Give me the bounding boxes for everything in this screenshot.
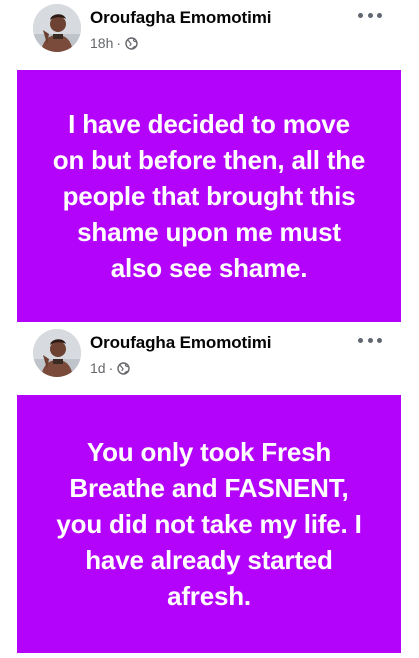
globe-icon[interactable] [117, 361, 130, 375]
status-background[interactable]: You only took Fresh Breathe and FASNENT,… [17, 395, 401, 653]
post-header: Oroufagha Emomotimi 1d · [0, 325, 419, 395]
more-horizontal-icon-dot [358, 337, 363, 343]
status-background[interactable]: I have decided to move on but before the… [17, 70, 401, 322]
meta-separator: · [116, 35, 122, 51]
author-name[interactable]: Oroufagha Emomotimi [90, 8, 271, 28]
meta-separator: · [108, 360, 114, 376]
post-meta: 1d · [90, 360, 130, 376]
more-options-button[interactable] [358, 331, 382, 349]
author-avatar[interactable] [33, 329, 81, 377]
globe-icon[interactable] [125, 36, 138, 50]
post-card: Oroufagha Emomotimi 18h · I have decided… [0, 0, 419, 325]
post-meta: 18h · [90, 35, 138, 51]
author-name[interactable]: Oroufagha Emomotimi [90, 333, 271, 353]
post-header: Oroufagha Emomotimi 18h · [0, 0, 419, 70]
more-horizontal-icon-dot [367, 337, 373, 343]
more-horizontal-icon-dot [377, 12, 382, 18]
post-timestamp[interactable]: 1d [90, 360, 106, 376]
more-horizontal-icon-dot [377, 337, 382, 343]
more-horizontal-icon-dot [367, 12, 373, 18]
post-timestamp[interactable]: 18h [90, 35, 113, 51]
avatar-photo-icon [33, 4, 81, 52]
more-horizontal-icon-dot [358, 12, 363, 18]
post-card: Oroufagha Emomotimi 1d · You only took F… [0, 325, 419, 658]
avatar-photo-icon [33, 329, 81, 377]
more-options-button[interactable] [358, 6, 382, 24]
status-text: You only took Fresh Breathe and FASNENT,… [56, 437, 362, 611]
author-avatar[interactable] [33, 4, 81, 52]
status-text: I have decided to move on but before the… [52, 109, 366, 283]
